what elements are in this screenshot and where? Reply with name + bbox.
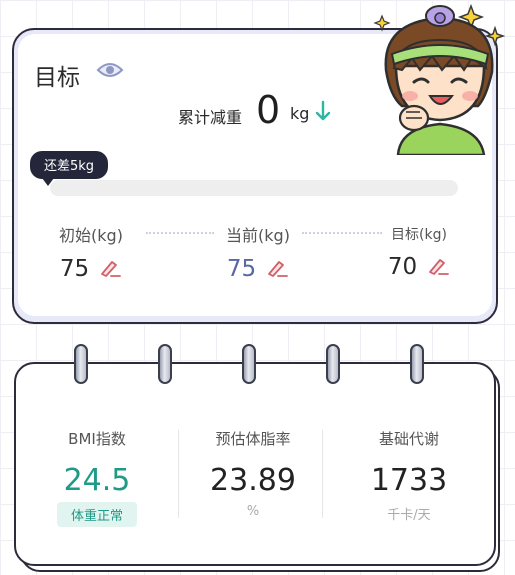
bmi-status-badge: 体重正常: [56, 502, 137, 527]
dotted-divider: [146, 232, 214, 234]
sparkle-icon: [373, 14, 391, 32]
binder-ring: [74, 344, 88, 384]
initial-weight-value: 75: [59, 256, 90, 282]
current-weight: 当前(kg) 75: [220, 222, 296, 282]
target-weight: 目标(kg) 70: [384, 222, 454, 280]
bmr-unit: 千卡/天: [387, 508, 431, 523]
binder-ring: [326, 344, 340, 384]
body-fat-stat: 预估体脂率 23.89 %: [178, 428, 328, 519]
sparkle-icon: [484, 25, 506, 47]
binder-ring: [242, 344, 256, 384]
current-weight-label: 当前(kg): [226, 226, 290, 245]
progress-track: [50, 180, 458, 196]
bmr-value: 1733: [370, 463, 448, 498]
cartoon-girl-illustration: [373, 3, 506, 155]
initial-weight-label: 初始(kg): [59, 226, 123, 245]
current-weight-value: 75: [226, 256, 257, 282]
target-weight-value: 70: [387, 254, 418, 280]
weight-loss-unit: kg: [290, 104, 310, 123]
bmi-stat: BMI指数 24.5 体重正常: [22, 428, 172, 527]
down-arrow-icon: [315, 100, 331, 121]
edit-icon[interactable]: [98, 258, 122, 278]
remaining-tooltip: 还差5kg: [30, 151, 109, 186]
weight-loss-value: 0: [256, 88, 281, 132]
edit-icon[interactable]: [265, 258, 289, 278]
binder-ring: [410, 344, 424, 384]
body-fat-label: 预估体脂率: [215, 430, 291, 448]
body-fat-value: 23.89: [210, 463, 296, 498]
bmi-label: BMI指数: [68, 430, 126, 448]
bmi-value: 24.5: [63, 463, 131, 498]
bmr-label: 基础代谢: [378, 430, 439, 448]
goal-title: 目标: [34, 65, 80, 91]
initial-weight: 初始(kg) 75: [56, 222, 126, 282]
bmr-stat: 基础代谢 1733 千卡/天: [334, 428, 484, 523]
target-weight-label: 目标(kg): [391, 227, 447, 243]
binder-ring: [158, 344, 172, 384]
body-fat-unit: %: [246, 504, 260, 519]
eye-icon[interactable]: [96, 60, 124, 80]
weight-loss-label: 累计减重: [178, 108, 243, 127]
dotted-divider: [302, 232, 382, 234]
edit-icon[interactable]: [426, 256, 450, 276]
